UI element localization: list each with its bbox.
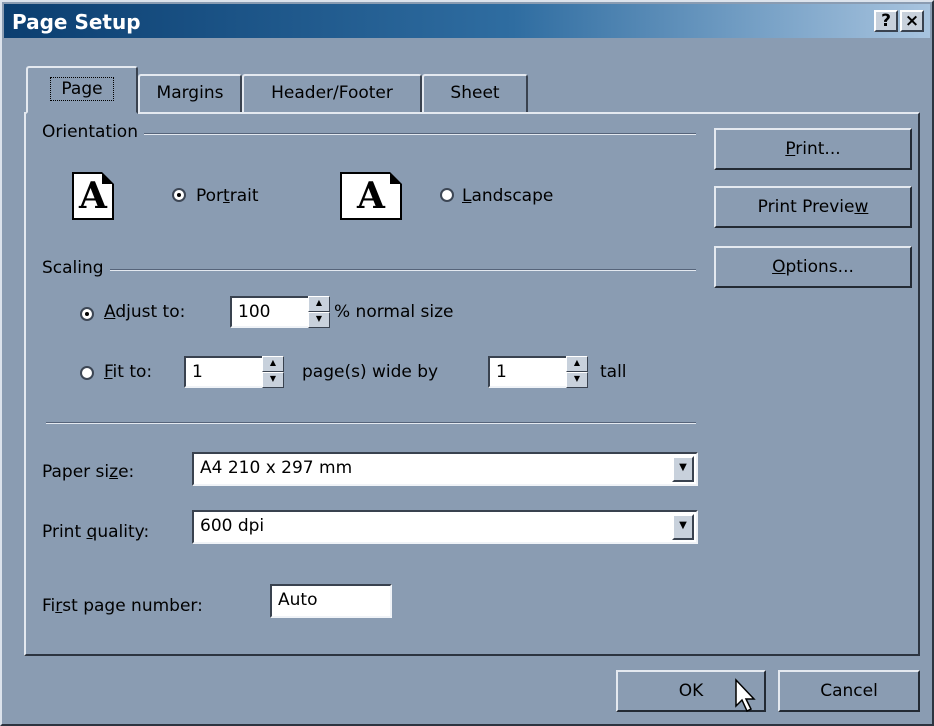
paper-size-select[interactable]: A4 210 x 297 mm ▼	[192, 452, 698, 486]
adjust-percent-spinner[interactable]: ▲ ▼	[308, 296, 330, 328]
tab-page-label: Page	[50, 77, 114, 101]
title-bar[interactable]: Page Setup ? ×	[4, 4, 930, 38]
spin-up-icon[interactable]: ▲	[566, 356, 588, 372]
tall-label: tall	[600, 362, 627, 382]
landscape-radio[interactable]	[440, 188, 454, 202]
fit-tall-spinner[interactable]: ▲ ▼	[566, 356, 588, 388]
mouse-pointer-icon	[735, 678, 756, 713]
options-button[interactable]: Options...	[714, 246, 912, 288]
print-quality-value: 600 dpi	[200, 516, 265, 536]
print-quality-select[interactable]: 600 dpi ▼	[192, 510, 698, 544]
paper-size-value: A4 210 x 297 mm	[200, 458, 353, 478]
adjust-to-radio[interactable]	[80, 307, 94, 321]
print-button[interactable]: Print...	[714, 128, 912, 170]
print-quality-label: Print quality:	[42, 522, 150, 542]
pages-wide-label: page(s) wide by	[302, 362, 439, 382]
fit-tall-input[interactable]: 1	[488, 356, 568, 388]
tab-margins[interactable]: Margins	[138, 74, 242, 112]
page-setup-dialog: Page Setup ? × Page Margins Header/Foote…	[0, 0, 934, 726]
scaling-divider	[42, 269, 696, 271]
fit-wide-spinner[interactable]: ▲ ▼	[262, 356, 284, 388]
normal-size-label: % normal size	[334, 302, 454, 322]
spin-down-icon[interactable]: ▼	[262, 372, 284, 388]
orientation-group-label: Orientation	[42, 122, 144, 142]
landscape-label[interactable]: Landscape	[462, 186, 553, 206]
first-page-number-input[interactable]: Auto	[270, 584, 392, 618]
window-title: Page Setup	[12, 10, 141, 34]
first-page-number-label: First page number:	[42, 596, 203, 616]
paper-size-label: Paper size:	[42, 462, 135, 482]
spin-up-icon[interactable]: ▲	[262, 356, 284, 372]
fit-wide-input[interactable]: 1	[184, 356, 264, 388]
tab-header-footer[interactable]: Header/Footer	[242, 74, 422, 112]
spin-up-icon[interactable]: ▲	[308, 296, 330, 312]
adjust-to-label[interactable]: Adjust to:	[104, 302, 185, 322]
chevron-down-icon[interactable]: ▼	[672, 514, 694, 540]
cancel-button[interactable]: Cancel	[778, 670, 920, 712]
portrait-radio[interactable]	[172, 188, 186, 202]
portrait-label[interactable]: Portrait	[196, 186, 259, 206]
scaling-group-label: Scaling	[42, 258, 110, 278]
fit-to-label[interactable]: Fit to:	[104, 362, 152, 382]
help-button[interactable]: ?	[874, 10, 898, 32]
adjust-percent-input[interactable]: 100	[230, 296, 310, 328]
close-button[interactable]: ×	[900, 10, 924, 32]
chevron-down-icon[interactable]: ▼	[672, 456, 694, 482]
tab-page[interactable]: Page	[26, 66, 138, 114]
spin-down-icon[interactable]: ▼	[566, 372, 588, 388]
section-divider	[46, 422, 696, 424]
tab-sheet[interactable]: Sheet	[422, 74, 528, 112]
portrait-page-icon: A	[72, 172, 114, 220]
spin-down-icon[interactable]: ▼	[308, 312, 330, 328]
landscape-page-icon: A	[340, 172, 402, 220]
print-preview-button[interactable]: Print Preview	[714, 186, 912, 228]
fit-to-radio[interactable]	[80, 366, 94, 380]
